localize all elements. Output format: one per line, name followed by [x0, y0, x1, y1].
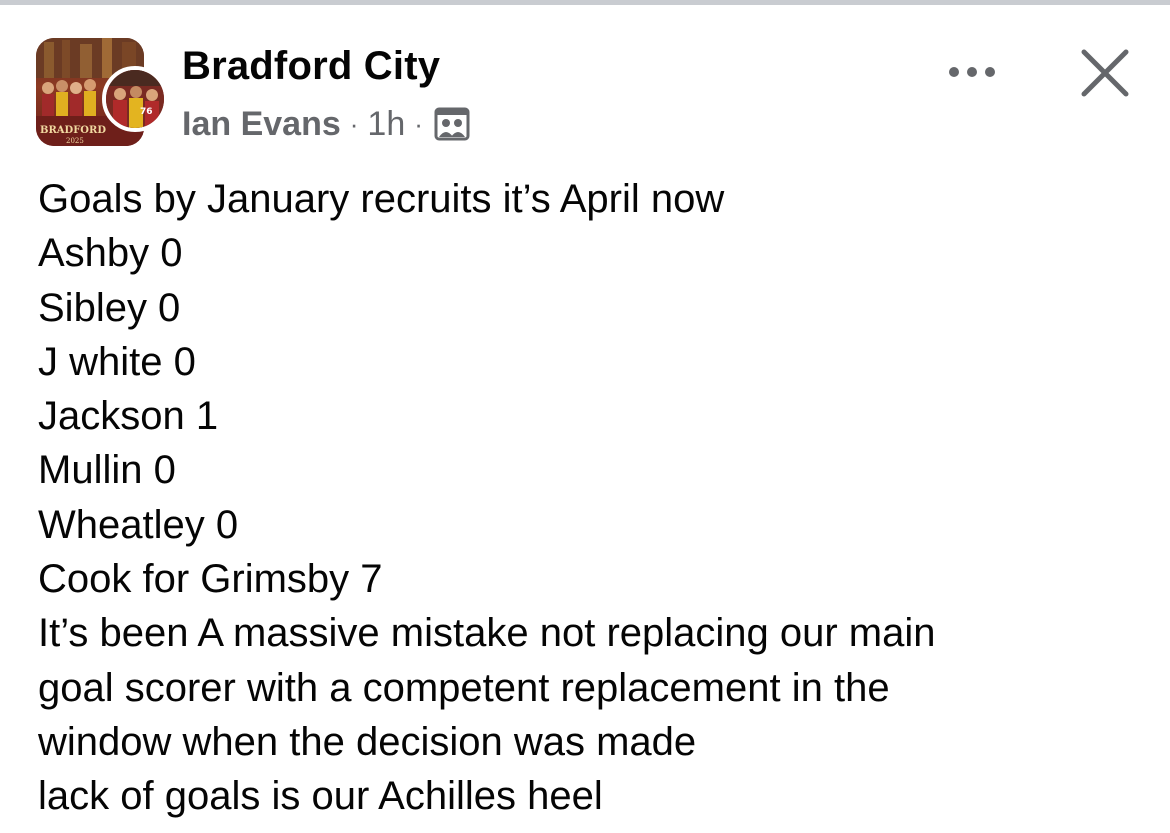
meta-separator: · — [414, 108, 423, 139]
post-text-line: It’s been A massive mistake not replacin… — [38, 611, 936, 656]
post-text-line: Jackson 1 — [38, 394, 219, 439]
post-text-line: Wheatley 0 — [38, 502, 239, 547]
post-text-line: goal scorer with a competent replacement… — [38, 665, 890, 710]
group-members-icon[interactable] — [434, 107, 470, 141]
post-text: Goals by January recruits it’s April now… — [38, 172, 1148, 824]
post-timestamp[interactable]: 1h — [367, 105, 405, 144]
more-options-button[interactable] — [940, 50, 1004, 94]
meta-separator: · — [349, 108, 359, 139]
svg-text:BRADFORD: BRADFORD — [40, 125, 106, 136]
post-meta: Ian Evans · 1h · — [182, 102, 470, 146]
post-text-line: Mullin 0 — [38, 448, 176, 493]
close-icon — [1081, 49, 1129, 97]
post-card: BRADFORD 2025 76 Bradford City Ian Evans… — [0, 0, 1170, 833]
group-name-link[interactable]: Bradford City — [182, 44, 440, 89]
post-text-line: J white 0 — [38, 339, 196, 384]
post-text-line: Cook for Grimsby 7 — [38, 557, 383, 602]
post-text-line: Ashby 0 — [38, 231, 183, 276]
svg-text:2025: 2025 — [66, 137, 84, 145]
svg-text:76: 76 — [140, 107, 153, 117]
more-options-icon — [949, 67, 995, 77]
post-text-line: window when the decision was made — [38, 719, 697, 764]
author-avatar[interactable]: 76 — [102, 66, 168, 132]
author-name-link[interactable]: Ian Evans — [182, 105, 341, 144]
post-text-line: lack of goals is our Achilles heel — [38, 774, 603, 819]
close-button[interactable] — [1076, 46, 1134, 100]
post-text-line: Goals by January recruits it’s April now — [38, 177, 725, 221]
post-text-line: Sibley 0 — [38, 285, 181, 330]
post-avatars[interactable]: BRADFORD 2025 76 — [36, 38, 168, 148]
